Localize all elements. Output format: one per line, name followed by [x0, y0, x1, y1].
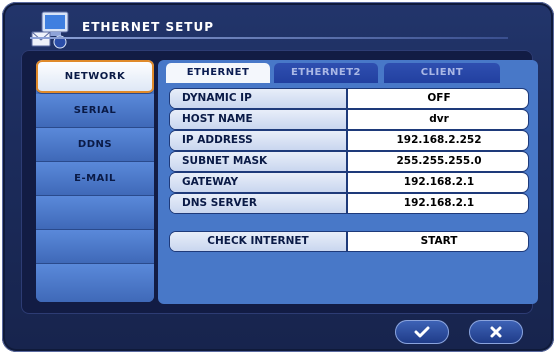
check-icon: [414, 326, 430, 338]
network-computer-icon: [31, 11, 69, 49]
check-internet-row[interactable]: CHECK INTERNET START: [170, 232, 528, 251]
sidebar-item-empty: [36, 196, 154, 230]
cancel-button[interactable]: [469, 320, 523, 344]
setting-value[interactable]: OFF: [350, 89, 528, 108]
sidebar-item-label: DDNS: [77, 139, 113, 150]
tab-label: ETHERNET2: [290, 67, 362, 78]
setting-row-dns-server[interactable]: DNS SERVER 192.168.2.1: [170, 194, 528, 213]
ok-button[interactable]: [395, 320, 449, 344]
sidebar-item-label: NETWORK: [64, 71, 126, 82]
setting-row-dynamic-ip[interactable]: DYNAMIC IP OFF: [170, 89, 528, 108]
sidebar-item-ddns[interactable]: DDNS: [36, 128, 154, 162]
sidebar-item-label: E-MAIL: [74, 173, 116, 184]
settings-form: DYNAMIC IP OFF HOST NAME dvr IP ADDRESS …: [170, 89, 528, 213]
setting-value[interactable]: 192.168.2.1: [350, 173, 528, 192]
setting-label: IP ADDRESS: [170, 131, 348, 150]
start-button[interactable]: START: [350, 232, 528, 251]
tab-ethernet2[interactable]: ETHERNET2: [274, 63, 378, 83]
sidebar-item-empty: [36, 230, 154, 264]
window-title: ETHERNET SETUP: [82, 20, 215, 34]
setting-label: DNS SERVER: [170, 194, 348, 213]
tab-client[interactable]: CLIENT: [384, 63, 500, 83]
tab-ethernet[interactable]: ETHERNET: [166, 63, 270, 83]
setting-label: GATEWAY: [170, 173, 348, 192]
tab-label: ETHERNET: [186, 67, 250, 78]
check-internet-label: CHECK INTERNET: [170, 232, 348, 251]
sidebar-item-email[interactable]: E-MAIL: [36, 162, 154, 196]
setting-value[interactable]: 192.168.2.1: [350, 194, 528, 213]
setting-row-ip-address[interactable]: IP ADDRESS 192.168.2.252: [170, 131, 528, 150]
setting-row-subnet-mask[interactable]: SUBNET MASK 255.255.255.0: [170, 152, 528, 171]
sidebar-item-serial[interactable]: SERIAL: [36, 94, 154, 128]
setting-label: HOST NAME: [170, 110, 348, 129]
setting-row-host-name[interactable]: HOST NAME dvr: [170, 110, 528, 129]
setting-value[interactable]: 192.168.2.252: [350, 131, 528, 150]
setting-row-gateway[interactable]: GATEWAY 192.168.2.1: [170, 173, 528, 192]
sidebar-item-network[interactable]: NETWORK: [36, 60, 154, 94]
sidebar-item-empty: [36, 264, 154, 302]
close-icon: [490, 326, 502, 338]
sidebar-item-label: SERIAL: [73, 105, 117, 116]
setting-label: SUBNET MASK: [170, 152, 348, 171]
tab-label: CLIENT: [420, 67, 464, 78]
sidebar: NETWORK SERIAL DDNS E-MAIL: [36, 60, 154, 302]
setting-label: DYNAMIC IP: [170, 89, 348, 108]
setting-value[interactable]: dvr: [350, 110, 528, 129]
title-divider: [30, 37, 508, 39]
setting-value[interactable]: 255.255.255.0: [350, 152, 528, 171]
